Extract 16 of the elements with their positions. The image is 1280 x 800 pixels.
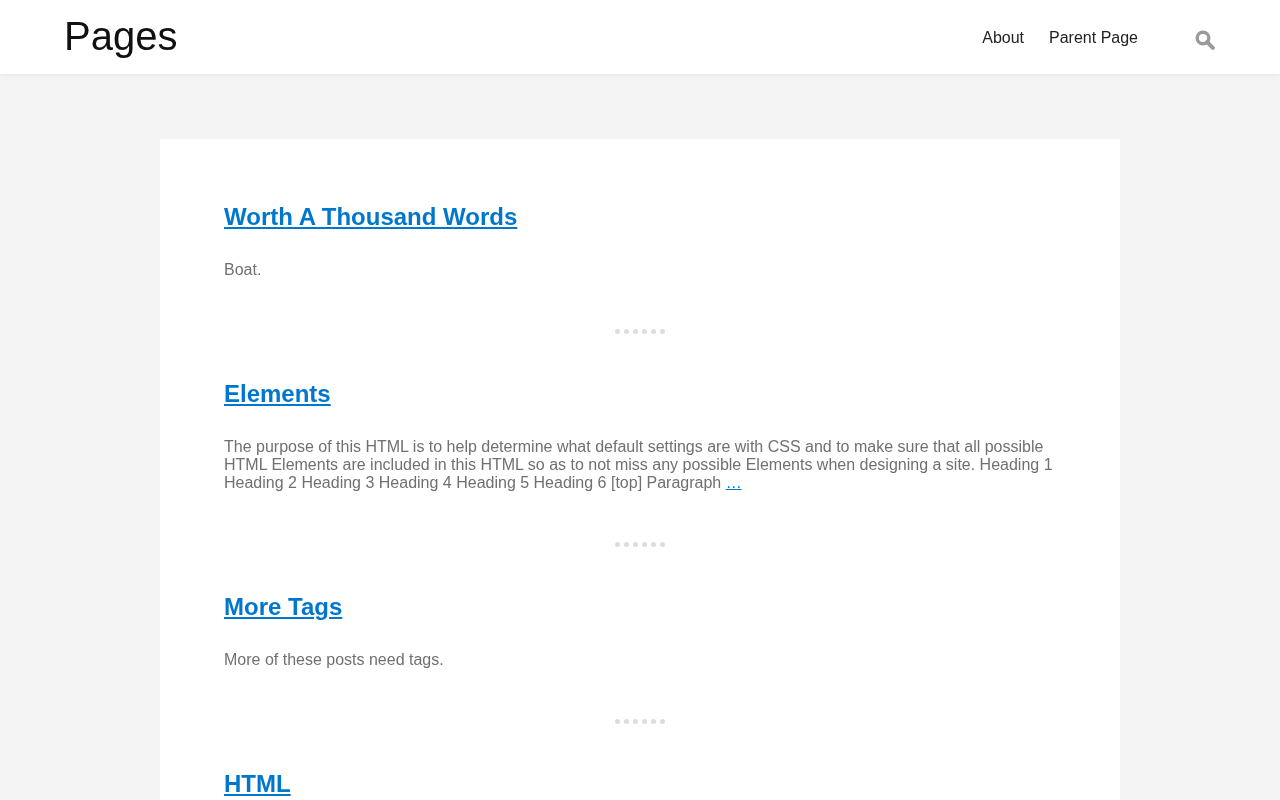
post-title-link[interactable]: HTML <box>224 769 291 798</box>
search-icon <box>1195 30 1215 50</box>
site-title[interactable]: Pages <box>64 16 178 56</box>
post-excerpt: The purpose of this HTML is to help determine what default settings are with CSS and to make sure that all possible HTML Elements are included in this HTML so as to not miss any possible Elements when designing a site. Heading 1 Heading 2 Heading 3 Heading 4 Heading 5 Heading 6 [top] Paragraph … <box>224 438 1054 492</box>
nav-link[interactable]: Parent Page <box>1049 30 1138 46</box>
read-more-link[interactable]: … <box>725 474 742 491</box>
search-button[interactable] <box>1195 30 1215 50</box>
post-excerpt: More of these posts need tags. <box>224 651 444 669</box>
post-excerpt: Boat. <box>224 261 262 279</box>
dots-divider <box>615 542 665 547</box>
dots-divider <box>615 329 665 334</box>
post-title-link[interactable]: More Tags <box>224 592 343 621</box>
post-title-link[interactable]: Elements <box>224 379 331 408</box>
nav-link[interactable]: About <box>982 30 1025 46</box>
dots-divider <box>615 719 665 724</box>
post-title-link[interactable]: Worth A Thousand Words <box>224 202 518 231</box>
